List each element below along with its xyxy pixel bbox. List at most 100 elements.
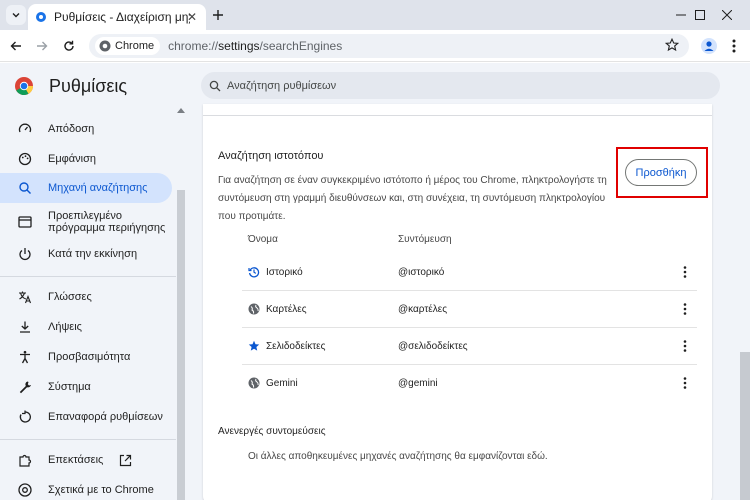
sidebar-divider [0, 439, 176, 440]
browser-menu-button[interactable] [726, 36, 742, 56]
row-shortcut: @σελιδοδείκτες [398, 341, 468, 352]
sidebar-item-label: Προεπιλεγμένο πρόγραμμα περιήγησης [48, 210, 166, 234]
row-name: Καρτέλες [266, 304, 307, 315]
sidebar-item-label: Σύστημα [48, 381, 91, 393]
forward-button[interactable] [31, 35, 53, 57]
site-search-description: Για αναζήτηση σε έναν συγκεκριμένο ιστότ… [218, 175, 607, 222]
scroll-up-icon[interactable] [177, 107, 185, 113]
sidebar-item-label: Επαναφορά ρυθμίσεων [48, 411, 163, 423]
sidebar-scrollbar-thumb[interactable] [177, 190, 185, 500]
globe-icon [248, 303, 260, 315]
settings-title: Ρυθμίσεις [49, 76, 128, 96]
sidebar-item-performance[interactable]: Απόδοση [0, 114, 172, 144]
chevron-down-icon [12, 13, 20, 18]
tab-strip: Ρυθμίσεις - Διαχείριση μηχανών αναζήτηση… [0, 0, 750, 30]
address-bar[interactable]: Chrome chrome://settings/searchEngines [89, 34, 689, 58]
translate-icon [18, 290, 32, 304]
more-vertical-icon [683, 266, 687, 278]
table-row[interactable]: Gemini @gemini [242, 365, 697, 402]
more-vertical-icon [683, 303, 687, 315]
settings-search-input[interactable]: Αναζήτηση ρυθμίσεων [201, 72, 720, 99]
star-icon [248, 340, 260, 352]
arrow-left-icon [10, 41, 21, 51]
sidebar-item-label: Επεκτάσεις [48, 454, 104, 466]
card-separator [203, 104, 712, 116]
arrow-right-icon [37, 41, 48, 51]
sidebar-item-label: Μηχανή αναζήτησης [48, 182, 148, 194]
bookmark-star-icon[interactable] [665, 38, 679, 52]
url-host: settings [218, 39, 260, 53]
sidebar-item-accessibility[interactable]: Προσβασιμότητα [0, 342, 172, 372]
more-vertical-icon [683, 377, 687, 389]
chrome-icon [99, 40, 111, 52]
search-icon [209, 80, 221, 91]
sidebar-item-default-browser[interactable]: Προεπιλεγμένο πρόγραμμα περιήγησης [0, 205, 172, 239]
column-header-name: Όνομα [248, 234, 278, 245]
globe-icon [248, 377, 260, 389]
sidebar-item-extensions[interactable]: Επεκτάσεις [0, 445, 172, 475]
sidebar-item-search-engine[interactable]: Μηχανή αναζήτησης [0, 173, 172, 203]
url-path: /searchEngines [259, 39, 343, 53]
row-more-button[interactable] [678, 264, 692, 280]
chrome-logo-icon [15, 77, 33, 95]
row-shortcut: @καρτέλες [398, 304, 448, 315]
table-row[interactable]: Καρτέλες @καρτέλες [242, 291, 697, 328]
plus-icon [213, 10, 223, 20]
settings-gear-icon [36, 12, 46, 22]
close-tab-icon[interactable]: ✕ [184, 9, 200, 25]
row-more-button[interactable] [678, 375, 692, 391]
sidebar-item-downloads[interactable]: Λήψεις [0, 312, 172, 342]
inactive-shortcuts-description: Οι άλλες αποθηκευμένες μηχανές αναζήτηση… [248, 451, 548, 462]
column-header-shortcut: Συντόμευση [398, 234, 452, 245]
url-scheme: chrome:// [168, 39, 219, 53]
wrench-icon [18, 380, 32, 394]
site-chip-label: Chrome [115, 40, 155, 52]
table-row[interactable]: Σελιδοδείκτες @σελιδοδείκτες [242, 328, 697, 365]
row-shortcut: @ιστορικό [398, 267, 445, 278]
profile-avatar-icon [701, 38, 717, 54]
sidebar-item-system[interactable]: Σύστημα [0, 372, 172, 402]
table-row[interactable]: Ιστορικό @ιστορικό [242, 254, 697, 291]
sidebar-divider [0, 276, 176, 277]
active-tab[interactable]: Ρυθμίσεις - Διαχείριση μηχανών αναζήτηση… [28, 4, 206, 30]
close-icon [722, 10, 732, 20]
sidebar-item-label: Σχετικά με το Chrome [48, 484, 154, 496]
accessibility-icon [18, 350, 32, 364]
sidebar-item-label: Προσβασιμότητα [48, 351, 131, 363]
row-name: Σελιδοδείκτες [266, 341, 326, 352]
site-chip[interactable]: Chrome [95, 37, 161, 55]
settings-sidebar: Απόδοση Εμφάνιση Μηχανή αναζήτησης Προεπ… [0, 113, 176, 500]
history-icon [248, 266, 260, 278]
sidebar-item-label: Απόδοση [48, 123, 95, 135]
reload-icon [64, 40, 74, 51]
row-more-button[interactable] [678, 338, 692, 354]
close-window-button[interactable] [704, 0, 750, 30]
search-icon [18, 181, 32, 195]
profile-button[interactable] [699, 36, 719, 56]
external-link-icon [120, 454, 132, 466]
sidebar-item-appearance[interactable]: Εμφάνιση [0, 144, 172, 174]
sidebar-item-label: Λήψεις [48, 321, 82, 333]
sidebar-item-about-chrome[interactable]: Σχετικά με το Chrome [0, 475, 172, 500]
sidebar-item-on-startup[interactable]: Κατά την εκκίνηση [0, 239, 172, 269]
sidebar-item-reset-settings[interactable]: Επαναφορά ρυθμίσεων [0, 402, 172, 432]
browser-icon [18, 215, 32, 229]
more-vertical-icon [732, 39, 736, 53]
back-button[interactable] [5, 35, 27, 57]
search-placeholder: Αναζήτηση ρυθμίσεων [227, 79, 337, 92]
main-scrollbar-thumb[interactable] [740, 352, 750, 500]
tab-search-button[interactable] [6, 5, 26, 25]
highlight-box [616, 147, 708, 198]
row-name: Gemini [266, 378, 298, 389]
sidebar-item-languages[interactable]: Γλώσσες [0, 282, 172, 312]
palette-icon [18, 152, 32, 166]
new-tab-button[interactable] [208, 5, 228, 25]
row-shortcut: @gemini [398, 378, 438, 389]
reload-button[interactable] [58, 35, 80, 57]
url-text: chrome://settings/searchEngines [168, 39, 342, 53]
sidebar-item-label: Γλώσσες [48, 291, 92, 303]
puzzle-icon [18, 453, 32, 467]
row-more-button[interactable] [678, 301, 692, 317]
tab-title: Ρυθμίσεις - Διαχείριση μηχανών αναζήτηση… [54, 10, 190, 24]
site-search-title: Αναζήτηση ιστοτόπου [218, 150, 324, 162]
